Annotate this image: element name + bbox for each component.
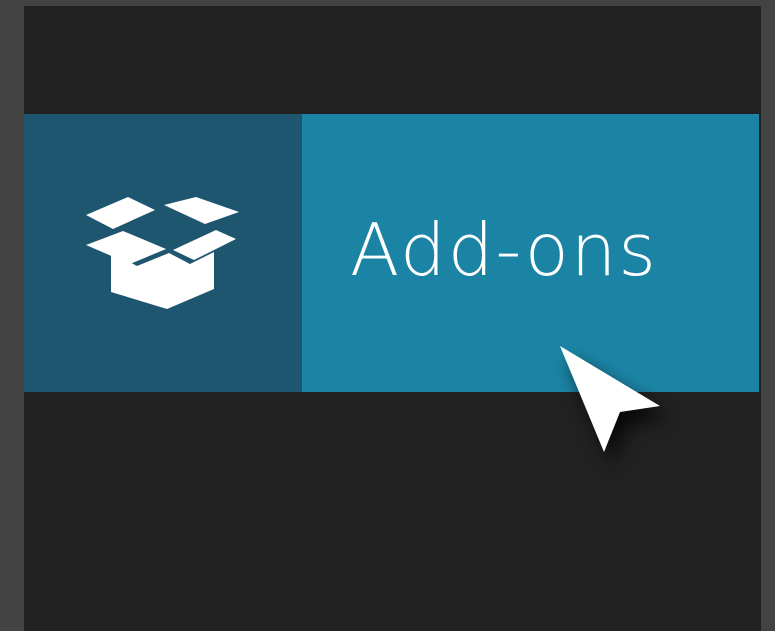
addons-label: Add-ons [350,208,658,292]
open-box-icon [86,197,239,309]
addons-label-tile: Add-ons [302,114,759,392]
addons-button[interactable]: Add-ons [24,114,759,392]
addons-icon-tile [24,114,302,392]
app-panel: Add-ons [24,6,761,631]
